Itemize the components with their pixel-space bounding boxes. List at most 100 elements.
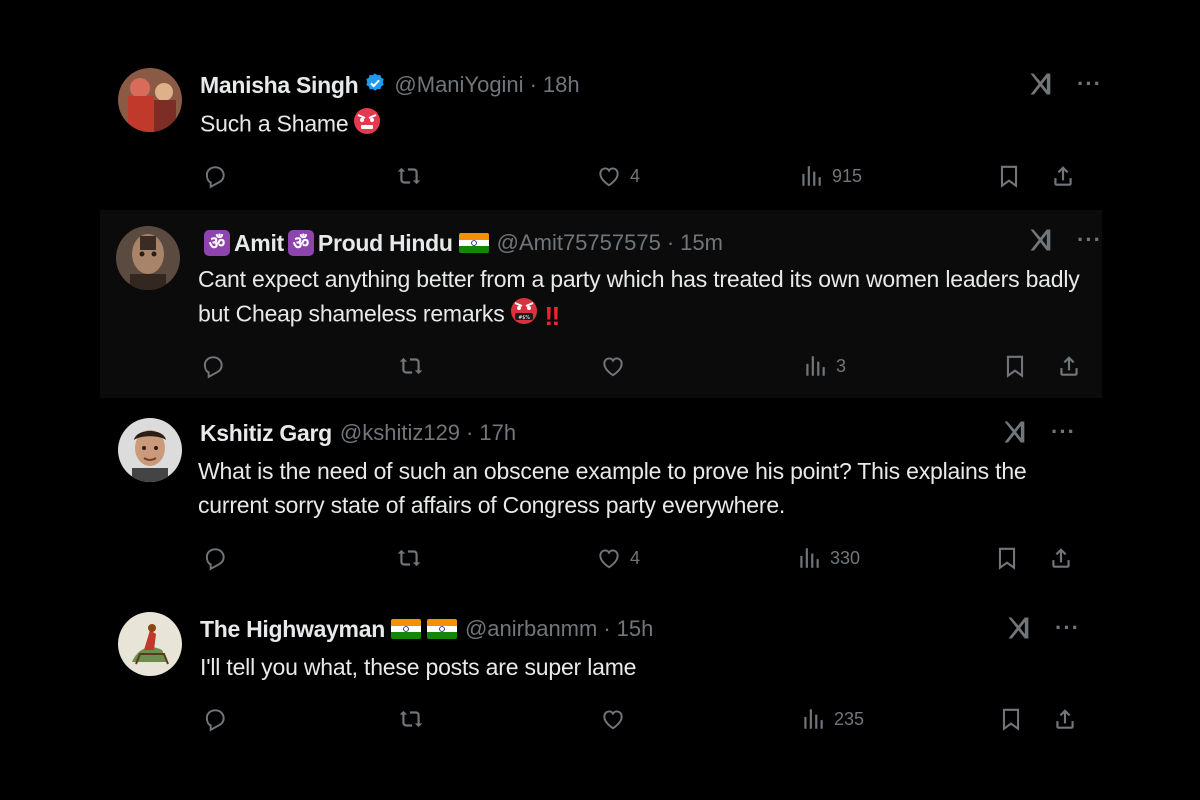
repost-button[interactable] (396, 545, 422, 571)
tweet-3[interactable]: Kshitiz Garg @kshitiz129 · 17h ··· What … (100, 408, 1102, 598)
share-icon (1052, 706, 1078, 732)
reply-button[interactable] (202, 163, 228, 189)
repost-icon (396, 545, 422, 571)
reply-icon (202, 545, 228, 571)
india-flag-icon (427, 619, 457, 639)
heart-icon (596, 545, 622, 571)
om-symbol-icon: ॐ (204, 230, 230, 256)
views-button[interactable]: 235 (800, 706, 864, 732)
tweet-top-icons: ··· (1027, 226, 1102, 254)
share-icon (1048, 545, 1074, 571)
repost-icon (398, 353, 424, 379)
tweet-4[interactable]: The Highwayman @anirbanmm · 15h ··· I'll… (100, 604, 1102, 754)
action-bar: 235 (200, 706, 1102, 736)
timestamp[interactable]: 17h (479, 420, 516, 446)
action-bar: 3 (200, 353, 1102, 383)
bookmark-button[interactable] (994, 545, 1020, 571)
bookmark-button[interactable] (1002, 353, 1028, 379)
heart-icon (600, 353, 626, 379)
share-button[interactable] (1056, 353, 1082, 379)
repost-icon (398, 706, 424, 732)
more-icon[interactable]: ··· (1055, 615, 1080, 641)
display-name[interactable]: The Highwayman (200, 616, 385, 643)
user-handle[interactable]: @ManiYogini (394, 72, 523, 98)
angry-face-emoji-icon (352, 106, 382, 145)
user-handle[interactable]: @anirbanmm (465, 616, 597, 642)
tweet-top-icons: ··· (1005, 614, 1080, 642)
views-icon (800, 706, 826, 732)
timestamp[interactable]: 15m (680, 230, 723, 256)
views-button[interactable]: 915 (798, 163, 862, 189)
display-name-part[interactable]: Amit (234, 230, 284, 257)
tweet-1[interactable]: Manisha Singh @ManiYogini · 18h ··· Such… (100, 60, 1102, 210)
bookmark-button[interactable] (998, 706, 1024, 732)
repost-button[interactable] (398, 353, 424, 379)
views-icon (796, 545, 822, 571)
share-button[interactable] (1052, 706, 1078, 732)
like-count: 4 (630, 165, 641, 186)
tweet-text: What is the need of such an obscene exam… (198, 458, 1027, 518)
bookmark-icon (1002, 353, 1028, 379)
view-count: 330 (830, 547, 861, 568)
reply-button[interactable] (200, 353, 226, 379)
views-button[interactable]: 330 (796, 545, 860, 571)
more-icon[interactable]: ··· (1051, 419, 1076, 445)
double-exclamation-icon: ‼ (544, 300, 561, 331)
tweet-text: I'll tell you what, these posts are supe… (200, 654, 637, 680)
grok-icon[interactable] (1027, 226, 1055, 254)
like-button[interactable]: 4 (596, 163, 640, 189)
separator-dot: · (603, 616, 611, 641)
india-flag-icon (391, 619, 421, 639)
svg-text:#$%: #$% (518, 315, 530, 321)
more-icon[interactable]: ··· (1077, 227, 1102, 253)
grok-icon[interactable] (1027, 70, 1055, 98)
like-button[interactable] (600, 353, 626, 379)
share-button[interactable] (1048, 545, 1074, 571)
display-name[interactable]: Kshitiz Garg (200, 420, 332, 447)
cursing-face-emoji-icon: #$% (509, 296, 539, 335)
repost-icon (396, 163, 422, 189)
action-bar: 4 330 (200, 545, 1102, 575)
bookmark-icon (994, 545, 1020, 571)
reply-icon (202, 706, 228, 732)
heart-icon (596, 163, 622, 189)
user-handle[interactable]: @Amit75757575 (497, 230, 661, 256)
reply-button[interactable] (202, 545, 228, 571)
reply-button[interactable] (202, 706, 228, 732)
timestamp[interactable]: 18h (543, 72, 580, 98)
tweet-top-icons: ··· (1001, 418, 1076, 446)
repost-button[interactable] (398, 706, 424, 732)
tweet-top-icons: ··· (1027, 70, 1102, 98)
grok-icon[interactable] (1005, 614, 1033, 642)
tweet-header: The Highwayman @anirbanmm · 15h (200, 612, 653, 646)
tweet-2[interactable]: ॐ Amit ॐ Proud Hindu @Amit75757575 · 15m… (100, 210, 1102, 398)
view-count: 3 (836, 355, 847, 376)
view-count: 915 (832, 165, 863, 186)
like-button[interactable] (600, 706, 626, 732)
share-button[interactable] (1050, 163, 1076, 189)
views-button[interactable]: 3 (802, 353, 846, 379)
avatar[interactable] (116, 226, 180, 290)
grok-icon[interactable] (1001, 418, 1029, 446)
display-name-part[interactable]: Proud Hindu (318, 230, 453, 257)
view-count: 235 (834, 708, 865, 729)
india-flag-icon (459, 233, 489, 253)
bookmark-button[interactable] (996, 163, 1022, 189)
separator-dot: · (666, 230, 675, 255)
display-name[interactable]: Manisha Singh (200, 72, 359, 99)
reply-icon (202, 163, 228, 189)
avatar[interactable] (118, 612, 182, 676)
bookmark-icon (996, 163, 1022, 189)
bookmark-icon (998, 706, 1024, 732)
avatar[interactable] (118, 418, 182, 482)
avatar[interactable] (118, 68, 182, 132)
separator-dot: · (529, 72, 537, 97)
tweet-header: Kshitiz Garg @kshitiz129 · 17h (200, 416, 516, 450)
views-icon (798, 163, 824, 189)
repost-button[interactable] (396, 163, 422, 189)
like-button[interactable]: 4 (596, 545, 640, 571)
user-handle[interactable]: @kshitiz129 (340, 420, 460, 446)
tweet-text: Cant expect anything better from a party… (198, 262, 1082, 335)
more-icon[interactable]: ··· (1077, 71, 1102, 97)
timestamp[interactable]: 15h (617, 616, 654, 642)
